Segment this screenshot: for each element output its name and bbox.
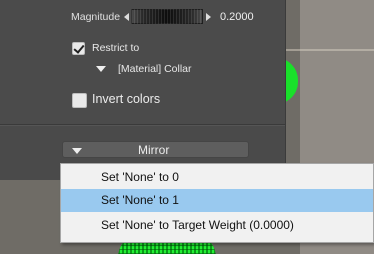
material-selector[interactable]: [Material] Collar	[118, 63, 192, 75]
mirror-dropdown-arrow-icon[interactable]	[72, 148, 82, 154]
restrict-to-checkbox[interactable]	[72, 42, 85, 55]
magnitude-slider-ribs	[131, 9, 203, 24]
restrict-to-label[interactable]: Restrict to	[92, 42, 139, 54]
panel-edge	[285, 0, 286, 180]
magnitude-label: Magnitude	[71, 11, 121, 23]
menu-item-label: Set 'None' to 1	[101, 193, 179, 207]
menu-item-set-none-to-0[interactable]: Set 'None' to 0	[61, 166, 373, 189]
mirror-button-label[interactable]: Mirror	[138, 143, 169, 157]
viewport-floor-line-right	[300, 49, 374, 51]
magnitude-value[interactable]: 0.2000	[220, 11, 254, 23]
magnitude-increase-arrow-icon[interactable]	[206, 13, 211, 21]
checkmark-icon	[73, 42, 85, 54]
menu-item-set-none-to-target-weight[interactable]: Set 'None' to Target Weight (0.0000)	[61, 214, 373, 237]
tool-options-panel: Magnitude 0.2000 Restrict to [Material] …	[0, 0, 286, 180]
menu-item-label: Set 'None' to 0	[101, 170, 179, 184]
material-dropdown-arrow-icon[interactable]	[96, 66, 106, 72]
invert-colors-checkbox[interactable]	[72, 93, 87, 108]
panel-divider-highlight	[0, 125, 286, 126]
menu-item-set-none-to-1[interactable]: Set 'None' to 1	[61, 189, 373, 212]
menu-item-label: Set 'None' to Target Weight (0.0000)	[101, 218, 294, 232]
magnitude-decrease-arrow-icon[interactable]	[124, 13, 129, 21]
mirror-popup-menu: Set 'None' to 0 Set 'None' to 1 Set 'Non…	[60, 163, 374, 243]
invert-colors-label[interactable]: Invert colors	[92, 92, 160, 106]
